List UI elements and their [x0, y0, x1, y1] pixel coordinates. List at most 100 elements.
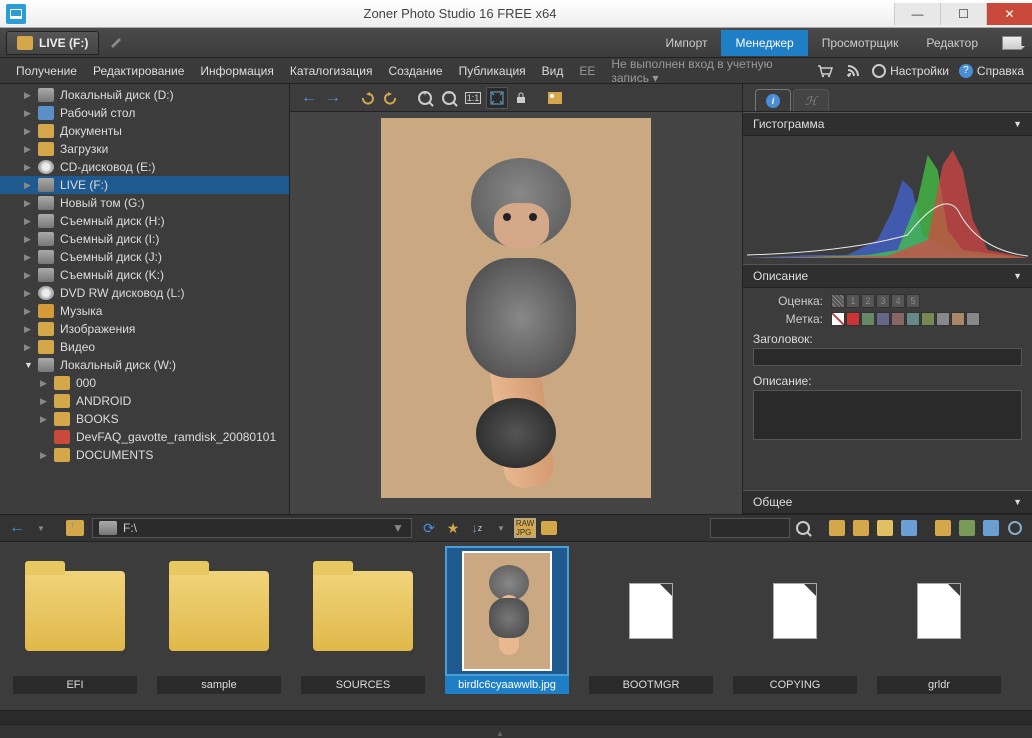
tree-item-label: Музыка: [60, 304, 102, 318]
tree-item[interactable]: ▶Съемный диск (H:): [0, 212, 289, 230]
edit-location-icon[interactable]: [109, 34, 127, 52]
favorite-button[interactable]: ★: [442, 517, 464, 539]
rotate-right-button[interactable]: [380, 87, 402, 109]
sort-button[interactable]: ↓z: [466, 517, 488, 539]
refresh-button[interactable]: ⟳: [418, 517, 440, 539]
path-input[interactable]: F:\ ▼: [92, 518, 412, 538]
search-button[interactable]: [792, 517, 814, 539]
rss-icon[interactable]: [844, 62, 862, 80]
tool-2[interactable]: [850, 517, 872, 539]
tab-editor[interactable]: Редактор: [912, 30, 992, 56]
tree-item[interactable]: ▶Изображения: [0, 320, 289, 338]
tree-item[interactable]: ▶DOCUMENTS: [0, 446, 289, 464]
histogram-header[interactable]: Гистограмма▼: [743, 112, 1032, 136]
maximize-button[interactable]: ☐: [940, 3, 986, 25]
zoom-lock-button[interactable]: [510, 87, 532, 109]
tree-item[interactable]: ▶Документы: [0, 122, 289, 140]
nav-dropdown[interactable]: ▼: [30, 517, 52, 539]
menu-create[interactable]: Создание: [380, 60, 450, 82]
menu-receive[interactable]: Получение: [8, 60, 85, 82]
tool-8[interactable]: [1004, 517, 1026, 539]
drive-icon: [38, 358, 54, 372]
location-tab[interactable]: LIVE (F:): [6, 31, 99, 55]
general-header[interactable]: Общее▼: [743, 490, 1032, 514]
thumbnail[interactable]: sample: [154, 546, 284, 706]
preview-area[interactable]: [290, 112, 742, 514]
histogram: [747, 140, 1028, 260]
file-icon: [773, 583, 817, 639]
menu-info[interactable]: Информация: [192, 60, 281, 82]
tree-item[interactable]: ▶000: [0, 374, 289, 392]
tree-item[interactable]: ▶Загрузки: [0, 140, 289, 158]
folder-up-button[interactable]: [64, 517, 86, 539]
thumbnail[interactable]: COPYING: [730, 546, 860, 706]
thumbnail[interactable]: birdlc6cyaawwlb.jpg: [442, 546, 572, 706]
app-icon: [6, 4, 26, 24]
tab-viewer[interactable]: Просмотрщик: [808, 30, 913, 56]
image-tool-button[interactable]: [544, 87, 566, 109]
description-header[interactable]: Описание▼: [743, 264, 1032, 288]
tree-item[interactable]: ▶Съемный диск (K:): [0, 266, 289, 284]
tree-item[interactable]: ▶DVD RW дисковод (L:): [0, 284, 289, 302]
browser-toolbar: ← ▼ F:\ ▼ ⟳ ★ ↓z ▼ RAWJPG: [0, 514, 1032, 542]
cart-icon[interactable]: [816, 62, 834, 80]
tree-item[interactable]: ▶CD-дисковод (E:): [0, 158, 289, 176]
menu-edit[interactable]: Редактирование: [85, 60, 192, 82]
next-button[interactable]: →: [322, 87, 344, 109]
tree-item[interactable]: ▶Музыка: [0, 302, 289, 320]
zoom-in-button[interactable]: +: [414, 87, 436, 109]
thumb-scrollbar[interactable]: [0, 710, 1032, 724]
info-tab-other[interactable]: ℋ: [793, 89, 829, 111]
menu-publish[interactable]: Публикация: [451, 60, 534, 82]
tree-item[interactable]: ▶Рабочий стол: [0, 104, 289, 122]
zoom-out-button[interactable]: −: [438, 87, 460, 109]
description-input[interactable]: [753, 390, 1022, 440]
thumbnail[interactable]: BOOTMGR: [586, 546, 716, 706]
menu-ee[interactable]: EE: [571, 60, 603, 82]
browse-folder-button[interactable]: [538, 517, 560, 539]
tool-4[interactable]: [898, 517, 920, 539]
menu-catalog[interactable]: Каталогизация: [282, 60, 381, 82]
zoom-1to1-button[interactable]: 1:1: [462, 87, 484, 109]
tree-item[interactable]: ▶LIVE (F:): [0, 176, 289, 194]
tree-item[interactable]: ▶Видео: [0, 338, 289, 356]
menu-view[interactable]: Вид: [534, 60, 572, 82]
mail-icon[interactable]: [1002, 36, 1022, 50]
thumbnail[interactable]: SOURCES: [298, 546, 428, 706]
minimize-button[interactable]: —: [894, 3, 940, 25]
info-tab-details[interactable]: i: [755, 89, 791, 111]
rotate-left-button[interactable]: [356, 87, 378, 109]
thumbnail[interactable]: grldr: [874, 546, 1004, 706]
tree-item[interactable]: ▼Локальный диск (W:): [0, 356, 289, 374]
thumbnail-strip[interactable]: EFIsampleSOURCESbirdlc6cyaawwlb.jpgBOOTM…: [0, 542, 1032, 710]
tree-item-label: Локальный диск (D:): [60, 88, 174, 102]
prev-button[interactable]: ←: [298, 87, 320, 109]
folder-tree[interactable]: ▶Локальный диск (D:)▶Рабочий стол▶Докуме…: [0, 84, 289, 514]
tree-item[interactable]: ▶BOOKS: [0, 410, 289, 428]
rating-control[interactable]: 12345: [831, 294, 920, 308]
tree-item[interactable]: DevFAQ_gavotte_ramdisk_20080101: [0, 428, 289, 446]
tool-6[interactable]: [956, 517, 978, 539]
tree-item[interactable]: ▶Съемный диск (I:): [0, 230, 289, 248]
title-input[interactable]: [753, 348, 1022, 366]
search-input[interactable]: [710, 518, 790, 538]
tool-1[interactable]: [826, 517, 848, 539]
close-button[interactable]: ✕: [986, 3, 1032, 25]
tree-item[interactable]: ▶Съемный диск (J:): [0, 248, 289, 266]
tool-3[interactable]: [874, 517, 896, 539]
settings-button[interactable]: Настройки: [872, 64, 949, 78]
nav-back-button[interactable]: ←: [6, 517, 28, 539]
tree-item[interactable]: ▶ANDROID: [0, 392, 289, 410]
sort-dropdown[interactable]: ▼: [490, 517, 512, 539]
tree-item[interactable]: ▶Локальный диск (D:): [0, 86, 289, 104]
tree-item-label: Съемный диск (K:): [60, 268, 164, 282]
tool-7[interactable]: [980, 517, 1002, 539]
filter-button[interactable]: RAWJPG: [514, 517, 536, 539]
help-button[interactable]: ? Справка: [959, 64, 1024, 78]
tool-5[interactable]: [932, 517, 954, 539]
thumbnail[interactable]: EFI: [10, 546, 140, 706]
tree-item[interactable]: ▶Новый том (G:): [0, 194, 289, 212]
zoom-fit-button[interactable]: [486, 87, 508, 109]
tree-item-label: Съемный диск (H:): [60, 214, 165, 228]
color-tag-control[interactable]: [831, 312, 980, 326]
